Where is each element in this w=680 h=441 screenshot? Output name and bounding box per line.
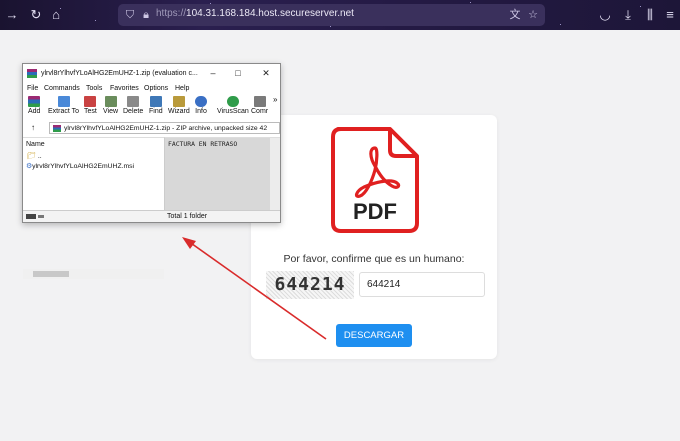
column-name-header[interactable]: Name: [26, 141, 45, 148]
wizard-icon: [172, 96, 185, 107]
tool-test-label: Test: [84, 108, 97, 115]
tool-extract-to[interactable]: Extract To: [48, 96, 79, 115]
menu-tools[interactable]: Tools: [86, 85, 102, 92]
tool-add[interactable]: Add: [28, 96, 40, 115]
comment-icon: [253, 96, 266, 107]
winrar-menubar: File Commands Tools Favorites Options He…: [23, 83, 280, 95]
home-icon[interactable]: ⌂: [48, 7, 64, 23]
captcha-image: 644214: [266, 271, 354, 299]
reload-icon[interactable]: ↻: [28, 7, 44, 23]
maximize-icon[interactable]: □: [231, 68, 245, 79]
info-icon: [195, 96, 207, 107]
tool-wizard[interactable]: Wizard: [168, 96, 190, 115]
up-arrow-icon[interactable]: ↑: [31, 123, 35, 132]
download-button[interactable]: DESCARGAR: [336, 324, 412, 347]
translate-icon[interactable]: 文: [507, 7, 523, 23]
list-item[interactable]: 📁︎ ..: [27, 152, 42, 160]
delete-icon: [127, 96, 140, 107]
tool-add-label: Add: [28, 108, 41, 115]
status-text: Total 1 folder: [167, 213, 208, 220]
lock-icon[interactable]: 🔒︎: [138, 7, 154, 23]
pocket-icon[interactable]: ◡: [597, 7, 613, 23]
winrar-statusbar: Total 1 folder: [23, 210, 280, 222]
tool-wizard-label: Wizard: [168, 108, 190, 115]
archive-path-field[interactable]: ylrvl8rYlhvfYLoAlHG2EmUHZ-1.zip - ZIP ar…: [49, 122, 280, 134]
msi-file-label: ylrvl8rYlhvfYLoAlHG2EmUHZ.msi: [32, 163, 135, 170]
menu-help[interactable]: Help: [175, 85, 189, 92]
close-icon[interactable]: ✕: [259, 68, 273, 79]
archive-icon: [53, 125, 61, 132]
tool-view[interactable]: View: [103, 96, 118, 115]
tool-delete[interactable]: Delete: [123, 96, 143, 115]
shield-icon[interactable]: ⛉: [122, 7, 138, 23]
menu-file[interactable]: File: [27, 85, 38, 92]
captcha-input[interactable]: 644214: [359, 272, 485, 297]
toolbar-star: [560, 24, 561, 25]
winrar-address-row: ↑ ylrvl8rYlhvfYLoAlHG2EmUHZ-1.zip - ZIP …: [23, 122, 280, 135]
tool-info[interactable]: Info: [195, 96, 207, 115]
toolbar-star: [470, 2, 471, 3]
winrar-toolbar: Add Extract To Test View Delete Find Wiz…: [23, 95, 280, 120]
url-text: https://104.31.168.184.host.secureserver…: [156, 8, 354, 19]
winrar-app-icon: [27, 69, 37, 78]
tool-virusscan-label: VirusScan: [217, 108, 249, 115]
folder-icon: [57, 96, 70, 107]
url-host: 104.31.168.184.host.secureserver.net: [186, 8, 354, 19]
tool-comment-label: Comr: [251, 108, 269, 115]
tool-find-label: Find: [149, 108, 163, 115]
bookmark-star-icon[interactable]: ☆: [525, 7, 541, 23]
tool-test[interactable]: Test: [84, 96, 97, 115]
archive-comment: FACTURA EN RETRASO: [168, 140, 238, 148]
toolbar-overflow-icon[interactable]: »: [273, 95, 277, 104]
tool-view-label: View: [103, 108, 119, 115]
library-icon[interactable]: ⫼: [642, 7, 658, 23]
toolbar-star: [95, 20, 96, 21]
captcha-prompt: Por favor, confirme que es un humano:: [283, 253, 465, 265]
view-icon: [104, 96, 117, 107]
menu-commands[interactable]: Commands: [44, 85, 80, 92]
menu-icon[interactable]: ≡: [662, 7, 678, 23]
url-prefix: https://: [156, 8, 187, 19]
virusscan-icon: [226, 96, 239, 107]
test-icon: [84, 96, 97, 107]
tool-delete-label: Delete: [123, 108, 144, 115]
browser-toolbar: → ↻ ⌂ ⛉ 🔒︎ https://104.31.168.184.host.s…: [0, 0, 680, 30]
pdf-label: PDF: [353, 199, 397, 224]
toolbar-star: [330, 26, 331, 27]
tool-virusscan[interactable]: VirusScan: [217, 96, 249, 115]
winrar-titlebar[interactable]: ylrvl8rYlhvfYLoAlHG2EmUHZ-1.zip (evaluat…: [23, 64, 280, 83]
forward-icon[interactable]: →: [4, 7, 20, 23]
tool-find[interactable]: Find: [149, 96, 163, 115]
file-list[interactable]: Name 📁︎ .. ⚙ylrvl8rYlhvfYLoAlHG2EmUHZ.ms…: [23, 137, 165, 279]
menu-options[interactable]: Options: [144, 85, 168, 92]
add-icon: [28, 96, 41, 107]
winrar-window[interactable]: ylrvl8rYlhvfYLoAlHG2EmUHZ-1.zip (evaluat…: [22, 63, 281, 279]
parent-folder-label: ..: [37, 153, 42, 160]
vertical-scrollbar[interactable]: [270, 138, 280, 211]
downloads-icon[interactable]: ⤓: [620, 7, 636, 23]
tool-comment[interactable]: Comr: [251, 96, 268, 115]
url-bar[interactable]: ⛉ 🔒︎ https://104.31.168.184.host.secures…: [118, 4, 545, 26]
toolbar-star: [640, 6, 641, 7]
archive-path: ylrvl8rYlhvfYLoAlHG2EmUHZ-1.zip - ZIP ar…: [64, 125, 268, 132]
comment-pane: FACTURA EN RETRASO: [165, 137, 280, 211]
tool-extract-label: Extract To: [48, 108, 79, 115]
pdf-file-icon: PDF: [331, 127, 419, 233]
menu-favorites[interactable]: Favorites: [110, 85, 139, 92]
download-card: PDF Por favor, confirme que es un humano…: [251, 115, 497, 359]
scrollbar-thumb[interactable]: [33, 271, 69, 277]
minimize-icon[interactable]: –: [206, 68, 220, 79]
horizontal-scrollbar[interactable]: [23, 269, 164, 279]
winrar-title: ylrvl8rYlhvfYLoAlHG2EmUHZ-1.zip (evaluat…: [41, 70, 198, 77]
drive-icon: [26, 214, 44, 219]
tool-info-label: Info: [195, 108, 207, 115]
list-item[interactable]: ⚙ylrvl8rYlhvfYLoAlHG2EmUHZ.msi: [26, 162, 134, 170]
find-icon: [149, 96, 162, 107]
